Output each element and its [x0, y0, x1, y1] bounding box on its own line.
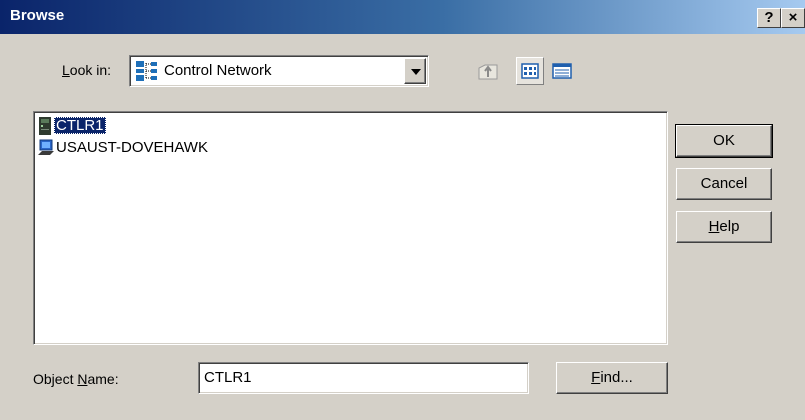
title-bar[interactable]: Browse ? × [0, 0, 805, 34]
window-title: Browse [10, 7, 65, 24]
details-view-icon[interactable] [550, 59, 574, 86]
lookin-label: Look in: [62, 62, 112, 78]
object-name-label: Object Name: [33, 371, 119, 387]
help-button[interactable]: Help [676, 211, 772, 243]
object-name-value: CTLR1 [204, 369, 252, 386]
list-item-label: CTLR1 [54, 117, 106, 134]
object-listbox[interactable]: CTLR1 USAUST-DOVEHAWK [33, 111, 668, 345]
up-one-level-icon[interactable] [476, 59, 500, 86]
find-button[interactable]: Find... [556, 362, 668, 394]
help-title-button[interactable]: ? [757, 8, 781, 28]
lookin-dropdown-arrow[interactable] [404, 58, 426, 84]
close-button[interactable]: × [781, 8, 805, 28]
list-view-icon[interactable] [516, 57, 544, 85]
object-name-input[interactable]: CTLR1 [198, 362, 529, 394]
computer-icon [38, 139, 54, 160]
network-tree-icon [135, 60, 159, 85]
ok-button[interactable]: OK [675, 124, 773, 158]
chevron-down-icon [411, 69, 421, 75]
cancel-button[interactable]: Cancel [676, 168, 772, 200]
lookin-value: Control Network [164, 62, 272, 79]
list-item-label: USAUST-DOVEHAWK [56, 139, 208, 156]
controller-icon [38, 117, 52, 138]
lookin-dropdown[interactable]: Control Network [129, 55, 429, 87]
